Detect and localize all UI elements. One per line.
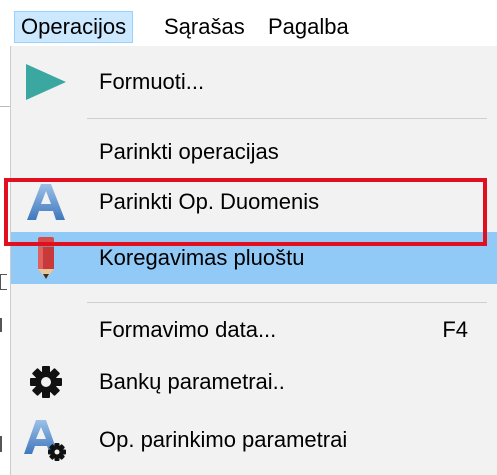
menu-item-label: Op. parinkimo parametrai bbox=[99, 427, 348, 452]
edge-fragment bbox=[0, 318, 6, 332]
operacijos-dropdown: Formuoti... Parinkti operacijas Parinkti… bbox=[10, 46, 497, 475]
play-icon bbox=[23, 56, 69, 108]
menu-pagalba[interactable]: Pagalba bbox=[262, 11, 355, 43]
menu-separator bbox=[87, 118, 487, 119]
menu-bar: Operacijos Sąrašas Pagalba bbox=[0, 0, 497, 46]
annotation-highlight-box bbox=[4, 178, 487, 246]
menu-sarasas-label: Sąrašas bbox=[164, 14, 245, 39]
menu-sarasas[interactable]: Sąrašas bbox=[158, 11, 251, 43]
shortcut-f4: F4 bbox=[442, 317, 468, 342]
application-window: Operacijos Sąrašas Pagalba Formuoti... P… bbox=[0, 0, 497, 475]
edge-fragment bbox=[0, 274, 7, 290]
menu-item-label: Formuoti... bbox=[99, 69, 205, 94]
menu-operacijos[interactable]: Operacijos bbox=[14, 11, 134, 43]
menu-item-parinkti-operacijas[interactable]: Parinkti operacijas bbox=[11, 126, 497, 178]
menu-item-formuoti[interactable]: Formuoti... bbox=[11, 56, 497, 108]
gear-icon bbox=[23, 356, 69, 408]
letter-a-gear-icon bbox=[23, 414, 69, 466]
menu-item-banku-parametrai[interactable]: Bankų parametrai.. bbox=[11, 356, 497, 408]
edge-fragment bbox=[0, 436, 6, 452]
menu-item-op-parinkimo-parametrai[interactable]: Op. parinkimo parametrai bbox=[11, 414, 497, 466]
menu-operacijos-label: Operacijos bbox=[21, 14, 127, 39]
menu-item-label: Parinkti operacijas bbox=[99, 139, 279, 164]
menu-separator bbox=[87, 302, 487, 303]
menu-item-label: Formavimo data... bbox=[99, 317, 277, 342]
menu-item-label: Bankų parametrai.. bbox=[99, 369, 285, 394]
edge-line bbox=[0, 106, 10, 107]
background-window-edge bbox=[0, 46, 10, 475]
menu-pagalba-label: Pagalba bbox=[268, 14, 349, 39]
menu-item-formavimo-data[interactable]: Formavimo data... F4 bbox=[11, 304, 497, 356]
